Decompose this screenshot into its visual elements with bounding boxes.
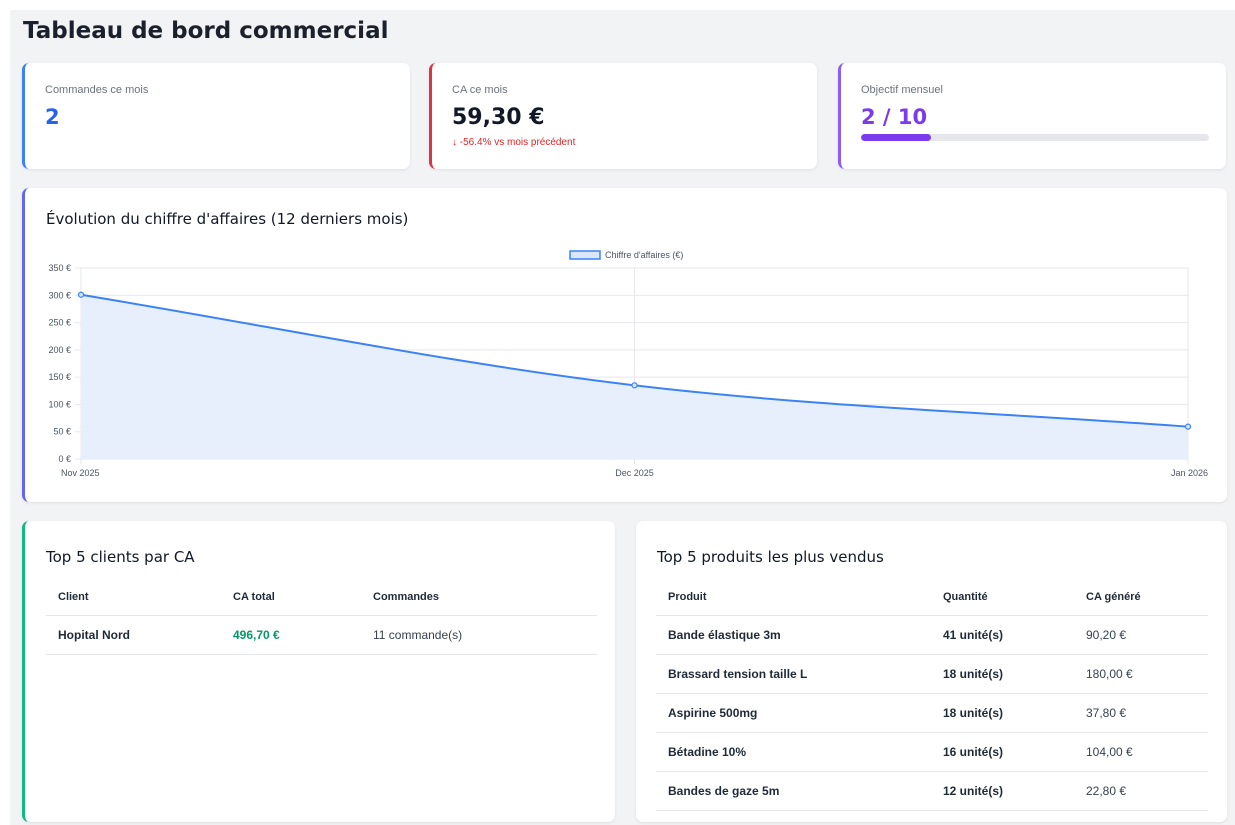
products-title: Top 5 produits les plus vendus [657,548,884,566]
product-name: Bande élastique 3m [656,615,931,655]
product-name: Aspirine 500mg [656,693,931,733]
product-quantity: 41 unité(s) [931,615,1074,655]
top-clients-card: Top 5 clients par CA Client CA total Com… [22,521,615,822]
y-tick-label: 100 € [48,399,71,409]
x-tick-label: Nov 2025 [61,468,100,478]
product-revenue: 37,80 € [1074,693,1208,733]
y-tick-label: 50 € [53,427,71,437]
kpi-label: CA ce mois [452,84,508,96]
kpi-label: Commandes ce mois [45,84,149,96]
y-tick-label: 200 € [48,345,71,355]
data-point [631,382,638,389]
client-orders: 11 commande(s) [361,615,597,655]
table-row: Aspirine 500mg 18 unité(s) 37,80 € [656,693,1208,733]
product-quantity: 12 unité(s) [931,771,1074,811]
kpi-delta: ↓ -56.4% vs mois précédent [452,137,576,148]
product-name: Brassard tension taille L [656,654,931,694]
y-tick-label: 150 € [48,372,71,382]
y-tick-label: 300 € [48,290,71,300]
x-tick-label: Jan 2026 [1171,468,1208,478]
page-title: Tableau de bord commercial [23,18,389,44]
table-row: Brassard tension taille L 18 unité(s) 18… [656,654,1208,694]
legend-label: Chiffre d'affaires (€) [605,250,683,260]
kpi-value: 2 / 10 [861,105,928,129]
top-products-card: Top 5 produits les plus vendus Produit Q… [636,521,1227,822]
kpi-label: Objectif mensuel [861,84,943,96]
products-table: Produit Quantité CA généré Bande élastiq… [656,580,1208,811]
goal-progress-bar [861,134,1209,141]
client-total: 496,70 € [221,615,361,655]
product-name: Bétadine 10% [656,732,931,772]
column-header-quantity: Quantité [931,580,1074,616]
column-header-revenue: CA généré [1074,580,1208,616]
product-revenue: 180,00 € [1074,654,1208,694]
kpi-card-goal: Objectif mensuel 2 / 10 [838,63,1226,169]
product-quantity: 18 unité(s) [931,693,1074,733]
product-revenue: 90,20 € [1074,615,1208,655]
column-header-total: CA total [221,580,361,616]
column-header-client: Client [46,580,221,616]
table-header-row: Produit Quantité CA généré [656,580,1208,616]
table-row: Hopital Nord 496,70 € 11 commande(s) [46,615,597,655]
table-row: Bandes de gaze 5m 12 unité(s) 22,80 € [656,771,1208,811]
data-point [1184,423,1192,430]
column-header-orders: Commandes [361,580,597,616]
y-tick-label: 350 € [48,263,71,273]
revenue-chart: 0 € 50 € 100 € 150 € 200 € 250 € 300 € 350 € Nov… [48,250,1208,478]
kpi-card-revenue: CA ce mois 59,30 € ↓ -56.4% vs mois préc… [429,63,817,169]
product-quantity: 18 unité(s) [931,654,1074,694]
table-header-row: Client CA total Commandes [46,580,597,616]
revenue-chart-card: Évolution du chiffre d'affaires (12 dern… [22,188,1227,502]
product-revenue: 104,00 € [1074,732,1208,772]
kpi-value: 2 [45,105,60,129]
y-tick-label: 0 € [58,454,71,464]
client-name: Hopital Nord [46,615,221,655]
y-tick-label: 250 € [48,318,71,328]
product-name: Bandes de gaze 5m [656,771,931,811]
dashboard-page: Tableau de bord commercial Commandes ce … [10,10,1235,825]
table-row: Bétadine 10% 16 unité(s) 104,00 € [656,732,1208,772]
column-header-product: Produit [656,580,931,616]
legend-swatch [569,250,601,260]
table-row: Bande élastique 3m 41 unité(s) 90,20 € [656,615,1208,655]
kpi-card-orders: Commandes ce mois 2 [22,63,410,169]
product-quantity: 16 unité(s) [931,732,1074,772]
product-revenue: 22,80 € [1074,771,1208,811]
x-tick-label: Dec 2025 [615,468,654,478]
kpi-value: 59,30 € [452,105,545,130]
data-point [77,291,85,298]
clients-title: Top 5 clients par CA [46,548,195,566]
clients-table: Client CA total Commandes Hopital Nord 4… [46,580,597,655]
goal-progress-fill [861,134,931,141]
